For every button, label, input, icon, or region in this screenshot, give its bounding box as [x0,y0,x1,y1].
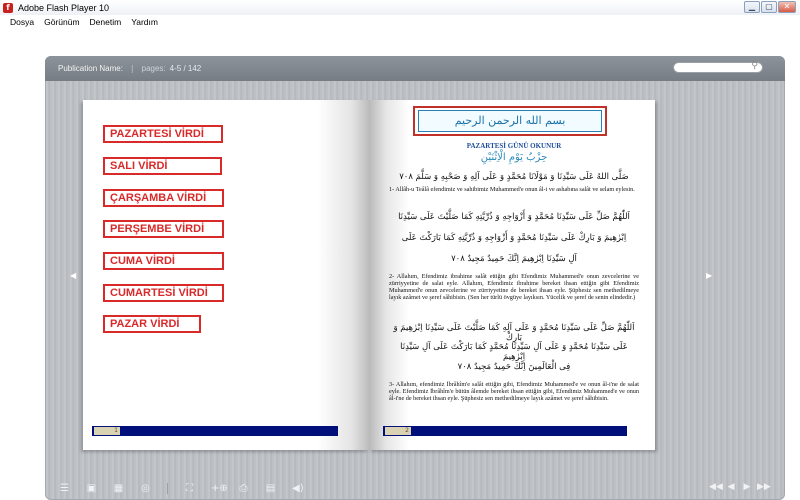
book-spread: PAZARTESİ VİRDİ SALI VİRDİ ÇARŞAMBA VİRD… [83,100,655,450]
right-page[interactable]: بسم الله الرحمن الرحيم PAZARTESİ GÜNÜ OK… [369,100,655,450]
left-page[interactable]: PAZARTESİ VİRDİ SALI VİRDİ ÇARŞAMBA VİRD… [83,100,369,450]
vird-cuma[interactable]: CUMA VİRDİ [103,252,224,270]
maximize-button[interactable]: ▢ [761,1,777,13]
flash-app-icon: f [3,2,13,13]
viewer-topbar: Publication Name: | pages: 4-5 / 142 ⚲ [45,56,785,81]
arabic-line-3: اِبْرٰهِيمَ وَ بَارِكْ عَلَى سَيِّدِنَا … [401,233,627,243]
prev-page-arrow[interactable]: ◀ [70,271,76,280]
window-controls: ▁ ▢ ✕ [744,1,796,13]
translation-2: 2- Allahım, Efendimiz ibrahime salât ett… [389,273,639,301]
window-title: Adobe Flash Player 10 [18,2,110,13]
right-page-footer: 2 [383,426,627,436]
save-icon[interactable]: ▤ [265,483,276,494]
topbar-separator: | [130,64,134,73]
vird-sali[interactable]: SALI VİRDİ [103,157,222,175]
next-page-icon[interactable]: ▶ [741,482,753,493]
pages-value: 4-5 / 142 [169,64,202,73]
menu-gorunum[interactable]: Görünüm [44,17,79,27]
vird-persembe[interactable]: PERŞEMBE VİRDİ [103,220,224,238]
vird-carsamba[interactable]: ÇARŞAMBA VİRDİ [103,189,224,207]
arabic-line-2: اَللّٰهُمَّ صَلِّ عَلَى سَيِّدِنَا مُحَم… [398,212,630,222]
page-navigation-controls: ◀◀ ◀ ▶ ▶▶ [709,482,771,493]
flash-stage: Publication Name: | pages: 4-5 / 142 ⚲ ◀… [0,28,800,500]
left-page-footer: 1 [92,426,338,436]
menu-denetim[interactable]: Denetim [90,17,122,27]
basmala-banner: بسم الله الرحمن الرحيم [413,106,607,136]
arabic-line-5: اَللّٰهُمَّ صَلِّ عَلَى سَيِّدِنَا مُحَم… [393,323,635,343]
thumbnails-icon[interactable]: ▦ [113,483,124,494]
arabic-line-7: فِى الْعَالَمِينَ اِنَّكَ حَمِيدٌ مَجِيد… [457,362,571,372]
menu-bar: Dosya Görünüm Denetim Yardım [0,15,800,28]
translation-1: 1- Allâh-u Teâlâ efendimiz ve sahibimiz … [389,186,635,193]
menu-dosya[interactable]: Dosya [10,17,34,27]
next-page-arrow[interactable]: ▶ [706,271,712,280]
single-page-icon[interactable]: ▣ [86,483,97,494]
arabic-line-6: عَلَى سَيِّدِنَا مُحَمَّدٍ وَ عَلَى آلِ … [400,342,628,362]
left-page-number: 1 [94,427,120,435]
arabic-subtitle: حِزْبُ يَوْمِ الْاِثْنَيْنِ [480,152,548,163]
vird-pazar[interactable]: PAZAR VİRDİ [103,315,201,333]
page-heading: PAZARTESİ GÜNÜ OKUNUR [466,142,562,150]
right-page-number: 2 [385,427,411,435]
arabic-line-4: آلِ سَيِّدِنَا اِبْرٰهِيمَ اِنَّكَ حَمِي… [451,254,577,264]
last-page-icon[interactable]: ▶▶ [757,482,771,493]
viewer-toolbar: ☰ ▣ ▦ ◎ ⛶ +⊕ ⎙ ▤ ◀) ◀◀ ◀ ▶ ▶▶ [45,477,785,500]
zoom-in-icon[interactable]: +⊕ [211,483,228,494]
print-icon[interactable]: ⎙ [238,483,249,494]
pages-label: pages: [141,64,166,73]
window-titlebar: f Adobe Flash Player 10 ▁ ▢ ✕ [0,0,800,15]
search-icon[interactable]: ⚲ [751,61,758,71]
menu-yardim[interactable]: Yardım [131,17,158,27]
toolbar-separator [167,483,168,494]
table-of-contents-icon[interactable]: ☰ [59,483,70,494]
vird-pazartesi[interactable]: PAZARTESİ VİRDİ [103,125,223,143]
vird-cumartesi[interactable]: CUMARTESİ VİRDİ [103,284,224,302]
minimize-button[interactable]: ▁ [744,1,760,13]
share-icon[interactable]: ◎ [140,483,151,494]
first-page-icon[interactable]: ◀◀ [709,482,723,493]
search-input[interactable]: ⚲ [673,61,763,73]
arabic-line-1: صَلَّى اللهُ عَلَى سَيِّدِنَا وَ مَوْلَا… [399,172,629,182]
translation-3: 3- Allahım, efendimiz İbrâhîm'e salât et… [389,381,639,402]
fullscreen-icon[interactable]: ⛶ [184,483,195,494]
close-button[interactable]: ✕ [778,1,796,13]
publication-label: Publication Name: [58,64,123,73]
previous-page-icon[interactable]: ◀ [725,482,737,493]
basmala-text: بسم الله الرحمن الرحيم [418,110,602,132]
sound-icon[interactable]: ◀) [292,483,304,494]
